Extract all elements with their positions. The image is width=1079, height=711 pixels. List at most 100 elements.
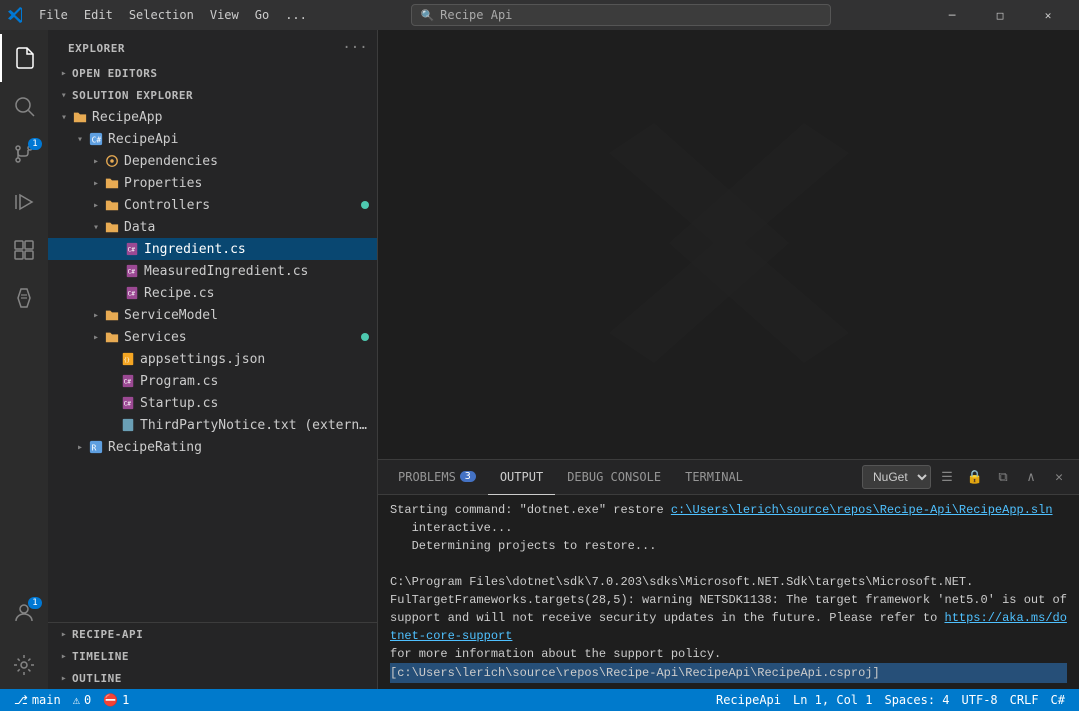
status-errors[interactable]: ⛔ 1 (97, 689, 135, 711)
minimize-button[interactable]: ─ (929, 0, 975, 30)
maximize-button[interactable]: □ (977, 0, 1023, 30)
tab-problems[interactable]: PROBLEMS 3 (386, 460, 488, 495)
activity-source-control[interactable]: 1 (0, 130, 48, 178)
tree-measured-ingredient[interactable]: C# MeasuredIngredient.cs (48, 260, 377, 282)
support-link[interactable]: https://aka.ms/dotnet-core-support (390, 611, 1067, 643)
controllers-badge (361, 201, 369, 209)
controllers-folder-icon (104, 197, 120, 213)
lock-scroll-button[interactable]: 🔒 (963, 465, 987, 489)
dependencies-icon (104, 153, 120, 169)
status-encoding[interactable]: UTF-8 (956, 689, 1004, 711)
properties-chevron (88, 175, 104, 191)
service-model-folder-icon (104, 307, 120, 323)
copy-output-button[interactable]: ⧉ (991, 465, 1015, 489)
status-project[interactable]: RecipeApi (710, 689, 787, 711)
recipe-api-section[interactable]: RECIPE-API (48, 623, 377, 645)
output-label: OUTPUT (500, 470, 543, 484)
tree-recipe-api[interactable]: C# RecipeApi (48, 128, 377, 150)
close-panel-button[interactable]: ✕ (1047, 465, 1071, 489)
spaces-label: Spaces: 4 (884, 693, 949, 707)
menu-selection[interactable]: Selection (122, 5, 201, 25)
output-line-5: C:\Program Files\dotnet\sdk\7.0.203\sdks… (390, 573, 1067, 591)
tree-services[interactable]: Services (48, 326, 377, 348)
tab-terminal[interactable]: TERMINAL (673, 460, 755, 495)
status-warnings[interactable]: ⚠ 0 (67, 689, 97, 711)
close-solution-button[interactable]: ⊡ (349, 107, 369, 127)
panel-content: Starting command: "dotnet.exe" restore c… (378, 495, 1079, 689)
tab-debug-console[interactable]: DEBUG CONSOLE (555, 460, 673, 495)
bottom-sections: RECIPE-API TIMELINE OUTLINE (48, 622, 377, 689)
source-control-badge: 1 (28, 138, 42, 150)
debug-console-label: DEBUG CONSOLE (567, 470, 661, 484)
vscode-logo-icon (8, 7, 24, 23)
activity-bar: 1 (0, 30, 48, 689)
menu-edit[interactable]: Edit (77, 5, 120, 25)
maximize-panel-button[interactable]: ∧ (1019, 465, 1043, 489)
sidebar-content: Open Editors Solution Explorer RecipeApp… (48, 62, 377, 622)
services-chevron (88, 329, 104, 345)
editor-content[interactable] (378, 30, 1079, 459)
activity-settings[interactable] (0, 641, 48, 689)
recipe-cs-icon: C# (124, 285, 140, 301)
data-folder-icon (104, 219, 120, 235)
main-area: 1 (0, 30, 1079, 689)
search-box[interactable]: 🔍 Recipe Api (411, 4, 831, 26)
sidebar-header: Explorer ··· (48, 30, 377, 62)
recipe-api-chevron (72, 131, 88, 147)
project-icon: C# (88, 131, 104, 147)
vscode-watermark (579, 93, 879, 397)
status-language[interactable]: C# (1045, 689, 1071, 711)
run-debug-icon (12, 190, 36, 214)
tree-ingredient[interactable]: C# Ingredient.cs (48, 238, 377, 260)
tree-controllers[interactable]: Controllers (48, 194, 377, 216)
activity-run[interactable] (0, 178, 48, 226)
menu-file[interactable]: File (32, 5, 75, 25)
tab-output[interactable]: OUTPUT (488, 460, 555, 495)
close-button[interactable]: ✕ (1025, 0, 1071, 30)
appsettings-label: appsettings.json (140, 352, 265, 367)
more-options-button[interactable]: ··· (345, 38, 365, 58)
activity-test[interactable] (0, 274, 48, 322)
menu-view[interactable]: View (203, 5, 246, 25)
open-editors-section[interactable]: Open Editors (48, 62, 377, 84)
tree-recipe-app[interactable]: RecipeApp + ⊡ (48, 106, 377, 128)
output-dropdown[interactable]: NuGet Git Build (862, 465, 931, 489)
activity-search[interactable] (0, 82, 48, 130)
solution-explorer-section[interactable]: Solution Explorer (48, 84, 377, 106)
timeline-chevron (56, 648, 72, 664)
timeline-section[interactable]: TIMELINE (48, 645, 377, 667)
status-position[interactable]: Ln 1, Col 1 (787, 689, 878, 711)
panel: PROBLEMS 3 OUTPUT DEBUG CONSOLE TERMINAL… (378, 459, 1079, 689)
status-spaces[interactable]: Spaces: 4 (878, 689, 955, 711)
menu-go[interactable]: Go (248, 5, 276, 25)
menu-more[interactable]: ... (278, 5, 314, 25)
recipe-api-label: RecipeApi (108, 132, 178, 147)
activity-explorer[interactable] (0, 34, 48, 82)
activity-extensions[interactable] (0, 226, 48, 274)
add-project-button[interactable]: + (325, 107, 345, 127)
sidebar: Explorer ··· Open Editors Solution Explo… (48, 30, 378, 689)
search-icon (12, 94, 36, 118)
tree-dependencies[interactable]: Dependencies (48, 150, 377, 172)
tree-recipe[interactable]: C# Recipe.cs (48, 282, 377, 304)
account-badge: 1 (28, 597, 42, 609)
status-branch[interactable]: ⎇ main (8, 689, 67, 711)
clear-output-button[interactable]: ☰ (935, 465, 959, 489)
status-eol[interactable]: CRLF (1004, 689, 1045, 711)
tree-startup[interactable]: C# Startup.cs (48, 392, 377, 414)
data-folder-label: Data (124, 220, 155, 235)
properties-label: Properties (124, 176, 202, 191)
outline-section[interactable]: OUTLINE (48, 667, 377, 689)
tree-properties[interactable]: Properties (48, 172, 377, 194)
activity-account[interactable]: 1 (0, 589, 48, 637)
output-line-2: interactive... (390, 519, 1067, 537)
timeline-label: TIMELINE (72, 650, 129, 663)
tree-data-folder[interactable]: Data (48, 216, 377, 238)
restore-path-link[interactable]: c:\Users\lerich\source\repos\Recipe-Api\… (671, 503, 1053, 517)
tree-recipe-rating[interactable]: R RecipeRating (48, 436, 377, 458)
tree-third-party[interactable]: ThirdPartyNotice.txt (external file link… (48, 414, 377, 436)
tree-service-model[interactable]: ServiceModel (48, 304, 377, 326)
tree-appsettings[interactable]: {} appsettings.json (48, 348, 377, 370)
output-line-6: FulTargetFrameworks.targets(28,5): warni… (390, 591, 1067, 609)
tree-program[interactable]: C# Program.cs (48, 370, 377, 392)
